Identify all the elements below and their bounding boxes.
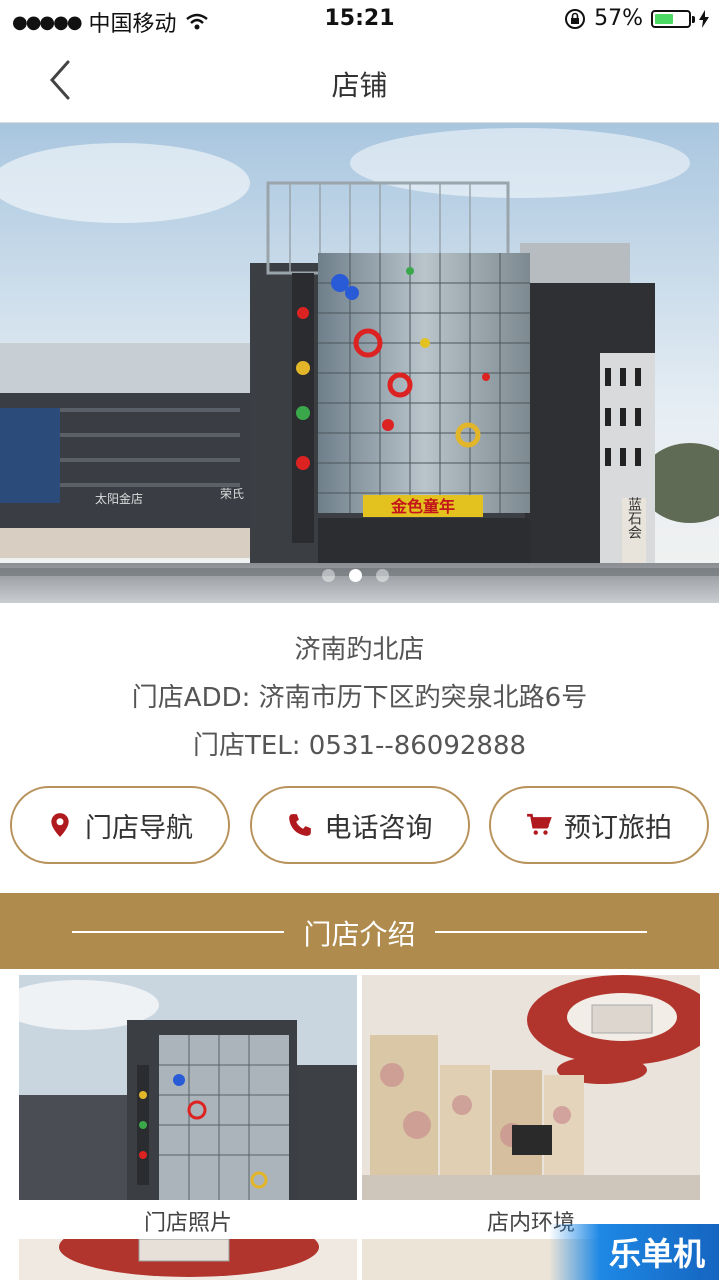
store-name: 济南趵北店 <box>294 635 425 665</box>
right-sign: 蓝石会 <box>626 497 642 539</box>
book-travel-photo-label: 预订旅拍 <box>564 812 672 844</box>
banner-image: 太阳金店 荣氏 蓝石会 金色童年 <box>0 123 719 603</box>
battery-level <box>655 13 674 24</box>
status-right: 57% <box>564 6 709 31</box>
watermark-logo: 乐单机 <box>549 1224 719 1280</box>
gallery-caption-store-photo: 门店照片 <box>143 1211 232 1236</box>
store-navigation-button[interactable]: 门店导航 <box>10 786 230 864</box>
phone-consult-button[interactable]: 电话咨询 <box>249 786 470 864</box>
gallery-tile-interior[interactable] <box>362 975 700 1200</box>
store-photo-image <box>19 975 357 1200</box>
action-buttons: 门店导航 电话咨询 预订旅拍 <box>10 786 709 866</box>
banner-carousel[interactable]: 太阳金店 荣氏 蓝石会 金色童年 <box>0 123 719 603</box>
carousel-dot[interactable] <box>322 569 335 582</box>
gallery-tile-3[interactable] <box>19 1239 357 1280</box>
phone-icon <box>288 814 311 836</box>
store-phone: 门店TEL: 0531--86092888 <box>192 731 527 761</box>
interior-image <box>362 975 700 1200</box>
carousel-dot-active[interactable] <box>349 569 362 582</box>
nav-bar: 店铺 <box>0 40 719 123</box>
page-title: 店铺 <box>331 69 388 102</box>
store-navigation-label: 门店导航 <box>85 812 193 844</box>
gallery-tile-store-photo[interactable] <box>19 975 357 1200</box>
battery-icon <box>651 9 695 28</box>
divider <box>435 931 647 933</box>
gallery-image-3 <box>19 1239 357 1280</box>
status-bar: ●●●●● 中国移动 15:21 57% <box>0 0 719 40</box>
map-pin-icon <box>51 813 69 837</box>
banner-sign: 金色童年 <box>390 497 455 516</box>
left-sign-1: 太阳金店 <box>95 491 143 506</box>
cart-icon <box>527 813 552 835</box>
book-travel-photo-button[interactable]: 预订旅拍 <box>489 786 709 864</box>
charging-icon <box>699 9 709 28</box>
section-title: 门店介绍 <box>303 918 416 951</box>
carousel-indicator <box>322 569 389 582</box>
section-header: 门店介绍 <box>0 893 719 969</box>
phone-consult-label: 电话咨询 <box>324 812 433 844</box>
battery-percent: 57% <box>594 6 643 31</box>
rotation-lock-icon <box>565 8 586 29</box>
carousel-dot[interactable] <box>376 569 389 582</box>
left-sign-2: 荣氏 <box>220 487 244 501</box>
store-address: 门店ADD: 济南市历下区趵突泉北路6号 <box>131 683 588 713</box>
